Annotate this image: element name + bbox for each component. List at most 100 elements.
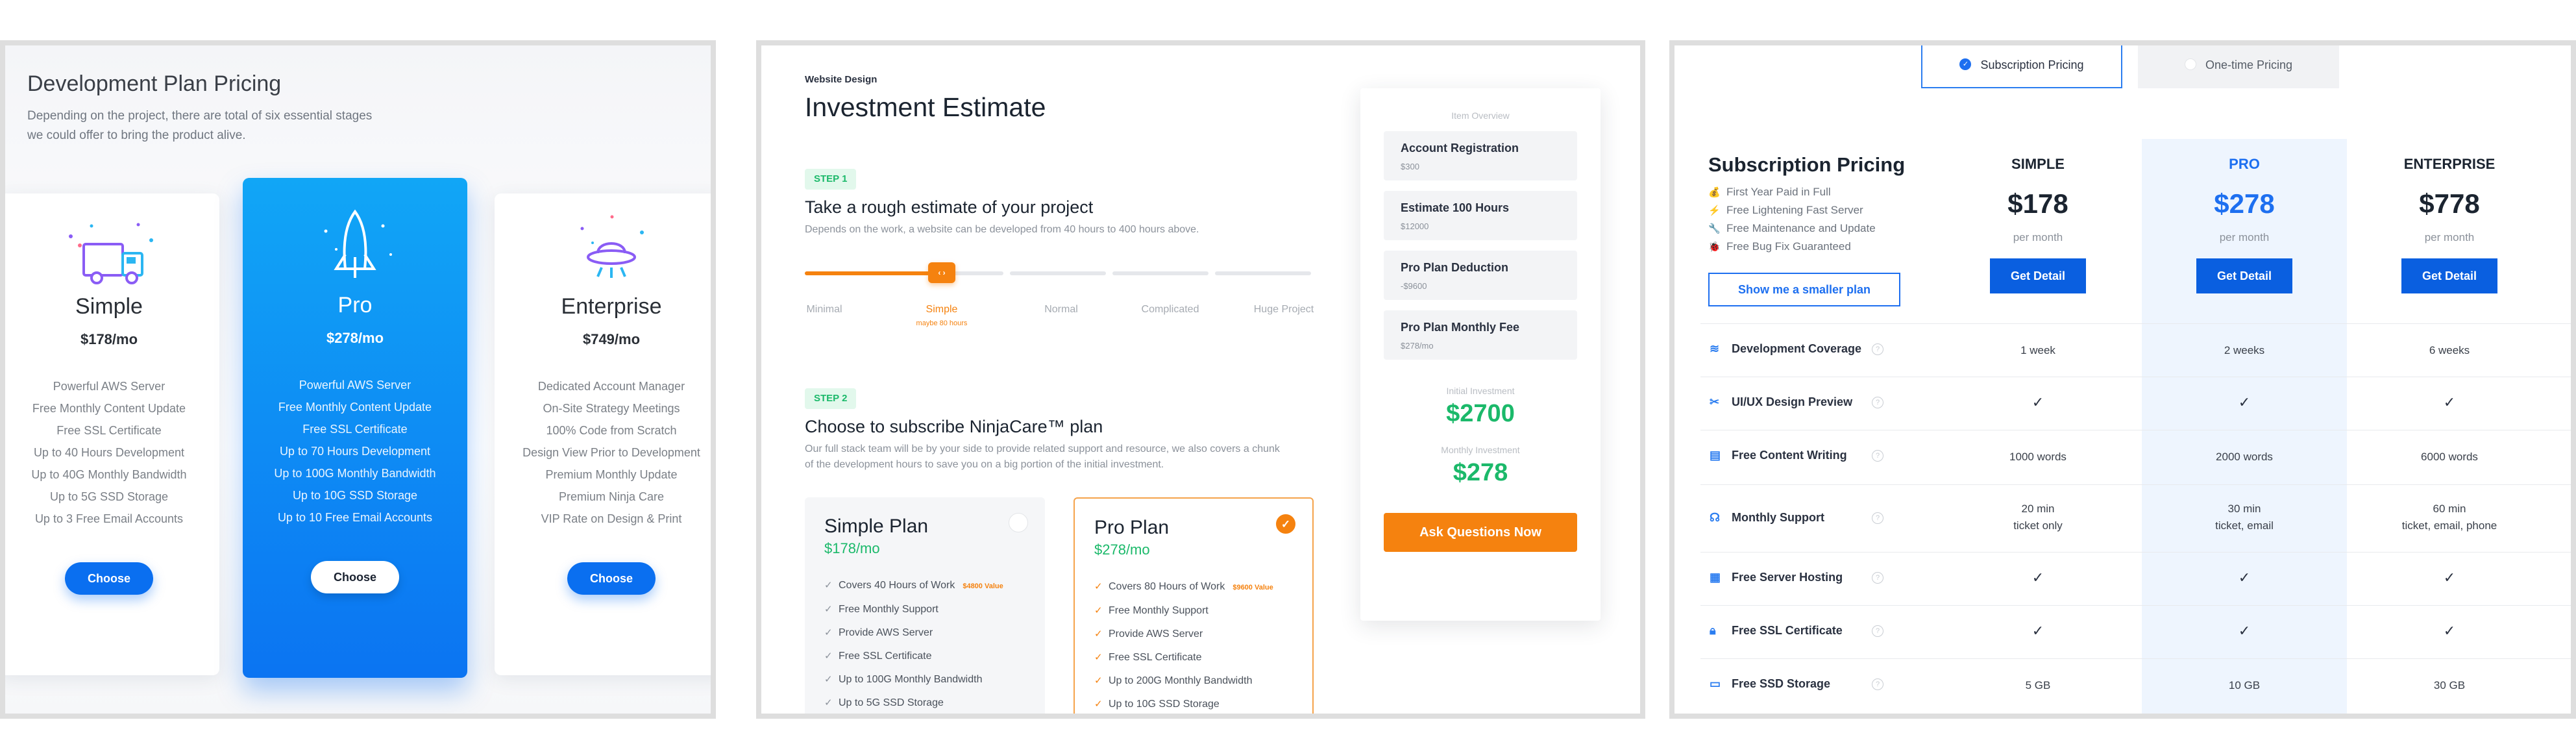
checkmark-radio-icon[interactable]: ✓ bbox=[1276, 514, 1295, 534]
help-icon[interactable]: ? bbox=[1872, 625, 1883, 637]
table-row: ☊ Monthly Support ? 20 min ticket only 30… bbox=[1700, 484, 2571, 552]
table-cell: 30 min ticket, email bbox=[2215, 503, 2274, 532]
hours-slider[interactable]: ‹ › bbox=[805, 262, 1311, 283]
plan-name: ENTERPRISE bbox=[2403, 156, 2496, 172]
plan-price: $178/mo bbox=[824, 540, 880, 556]
table-row: 🔒︎ Free SSL Certificate ? ✓ ✓ ✓ bbox=[1700, 605, 2571, 658]
slider-segment bbox=[1010, 271, 1106, 275]
feature-name: ▤ Free Content Writing bbox=[1710, 449, 1847, 462]
help-icon[interactable]: ? bbox=[1872, 397, 1883, 408]
plan-name: Pro bbox=[337, 293, 373, 317]
feature-item: Dedicated Account Manager bbox=[537, 380, 685, 393]
feature-item: ✓ Free Monthly Support bbox=[824, 598, 1025, 621]
plan-name: Pro Plan bbox=[1094, 517, 1170, 538]
choose-enterprise-button[interactable]: Choose bbox=[567, 562, 656, 595]
choose-simple-button[interactable]: Choose bbox=[65, 562, 153, 595]
overview-item: Pro Plan Deduction -$9600 bbox=[1384, 251, 1577, 300]
feature-item: Up to 5G SSD Storage bbox=[49, 490, 169, 503]
feature-item: Up to 70 Hours Development bbox=[279, 445, 431, 458]
slider-label-complicated: Complicated bbox=[1141, 304, 1199, 315]
step-title: Take a rough estimate of your project bbox=[805, 197, 1094, 217]
feature-item: Premium Ninja Care bbox=[558, 490, 665, 503]
help-icon[interactable]: ? bbox=[1872, 343, 1883, 355]
design-tools-icon: ✂ bbox=[1710, 395, 1720, 408]
plan-column-simple: SIMPLE $178 per month Get Detail bbox=[1935, 156, 2141, 293]
feature-item: ✓ Covers 40 Hours of Work $4800 Value bbox=[824, 574, 1025, 598]
eyebrow-label: Website Design bbox=[805, 74, 877, 85]
feature-item: Up to 3 Free Email Accounts bbox=[34, 512, 184, 525]
ask-questions-button[interactable]: Ask Questions Now bbox=[1384, 513, 1577, 552]
tab-one-time-pricing[interactable]: One-time Pricing bbox=[2138, 45, 2339, 88]
feature-list: ✓ Covers 40 Hours of Work $4800 Value ✓ Fre… bbox=[824, 574, 1025, 714]
development-plan-panel: Development Plan Pricing Depending on th… bbox=[0, 40, 716, 719]
slider-label-minimal: Minimal bbox=[806, 304, 842, 315]
billing-period: per month bbox=[2013, 231, 2063, 243]
plan-card-pro: Pro $278/mo Powerful AWS Server Free Mon… bbox=[243, 178, 467, 678]
table-cell: 10 GB bbox=[2228, 679, 2261, 691]
check-icon: ✓ bbox=[1094, 699, 1103, 710]
check-icon: ✓ bbox=[2238, 569, 2251, 586]
feature-item: Premium Monthly Update bbox=[545, 468, 678, 481]
plan-name: Simple bbox=[75, 294, 143, 319]
check-icon: ✓ bbox=[824, 651, 833, 662]
check-icon: ✓ bbox=[2031, 569, 2044, 586]
get-detail-enterprise-button[interactable]: Get Detail bbox=[2401, 258, 2497, 293]
plan-name: Enterprise bbox=[561, 294, 662, 319]
help-icon[interactable]: ? bbox=[1872, 678, 1883, 690]
check-icon: ✓ bbox=[2238, 394, 2251, 410]
step-description: Our full stack team will be by your side… bbox=[805, 443, 1280, 470]
slider-sub-label: maybe 80 hours bbox=[916, 319, 968, 327]
check-icon: ✓ bbox=[824, 604, 833, 615]
feature-item: ✓ Covers 80 Hours of Work $9600 Value bbox=[1094, 575, 1293, 599]
monthly-investment-label: Monthly Investment bbox=[1441, 445, 1520, 455]
rocket-icon bbox=[324, 209, 392, 278]
plan-column-pro: PRO $278 per month Get Detail bbox=[2142, 156, 2347, 293]
overview-heading: Item Overview bbox=[1451, 110, 1510, 121]
page-description: Depending on the project, there are tota… bbox=[27, 109, 373, 142]
check-icon: ✓ bbox=[2031, 623, 2044, 639]
lock-icon: 🔒︎ bbox=[1710, 624, 1716, 637]
perk-list: 💰 First Year Paid in Full ⚡ Free Lightenin… bbox=[1708, 183, 1876, 256]
value-tag: $4800 Value bbox=[963, 582, 1003, 590]
help-icon[interactable]: ? bbox=[1872, 450, 1883, 462]
initial-investment-label: Initial Investment bbox=[1446, 386, 1515, 396]
feature-list: ✓ Covers 80 Hours of Work $9600 Value ✓ Fre… bbox=[1094, 575, 1293, 714]
feature-name: ≋ Development Coverage bbox=[1710, 342, 1862, 355]
feature-item: ✓ Free SSL Certificate bbox=[824, 645, 1025, 668]
feature-item: ✓ Up to 5G SSD Storage bbox=[824, 691, 1025, 714]
plan-radio[interactable] bbox=[1009, 513, 1028, 532]
perk-item: 🔧 Free Maintenance and Update bbox=[1708, 219, 1876, 238]
check-icon: ✓ bbox=[824, 674, 833, 685]
table-row: ▤ Free Content Writing ? 1000 words 2000 … bbox=[1700, 430, 2571, 484]
slider-fill bbox=[805, 271, 942, 275]
slider-label-simple: Simple bbox=[926, 304, 958, 315]
feature-item: Design View Prior to Development bbox=[522, 446, 700, 459]
simple-plan-option[interactable]: Simple Plan $178/mo ✓ Covers 40 Hours of … bbox=[805, 497, 1045, 714]
slider-handle[interactable]: ‹ › bbox=[928, 262, 955, 283]
table-cell: 1 week bbox=[2020, 344, 2055, 356]
feature-item: Up to 40 Hours Development bbox=[33, 446, 185, 459]
plan-price: $278 bbox=[2214, 188, 2275, 219]
show-smaller-plan-button[interactable]: Show me a smaller plan bbox=[1708, 273, 1900, 306]
pro-plan-option[interactable]: Pro Plan $278/mo ✓ ✓ Covers 80 Hours of W… bbox=[1073, 497, 1314, 714]
table-row: ▦ Free Server Hosting ? ✓ ✓ ✓ bbox=[1700, 552, 2571, 605]
tab-subscription-pricing[interactable]: ✓ Subscription Pricing bbox=[1921, 45, 2122, 88]
table-row: ▭ Free SSD Storage ? 5 GB 10 GB 30 GB bbox=[1700, 658, 2571, 714]
table-cell: 60 min ticket, email, phone bbox=[2401, 503, 2497, 532]
plan-name: Simple Plan bbox=[824, 516, 929, 537]
slider-label-normal: Normal bbox=[1044, 304, 1078, 315]
get-detail-pro-button[interactable]: Get Detail bbox=[2196, 258, 2292, 293]
feature-name: ✂ UI/UX Design Preview bbox=[1710, 395, 1853, 408]
get-detail-simple-button[interactable]: Get Detail bbox=[1990, 258, 2086, 293]
check-icon: ✓ bbox=[1094, 581, 1103, 592]
choose-pro-button[interactable]: Choose bbox=[311, 561, 399, 593]
step-badge: STEP 1 bbox=[805, 169, 857, 190]
help-icon[interactable]: ? bbox=[1872, 512, 1883, 524]
feature-item: ✓ Up to 10G SSD Storage bbox=[1094, 693, 1293, 714]
value-tag: $9600 Value bbox=[1233, 584, 1273, 591]
drive-icon: ▭ bbox=[1710, 677, 1721, 690]
help-icon[interactable]: ? bbox=[1872, 572, 1883, 584]
table-cell: 5 GB bbox=[2025, 679, 2051, 691]
step-title: Choose to subscribe NinjaCare™ plan bbox=[805, 417, 1103, 436]
money-bag-icon: 💰 bbox=[1708, 187, 1721, 198]
